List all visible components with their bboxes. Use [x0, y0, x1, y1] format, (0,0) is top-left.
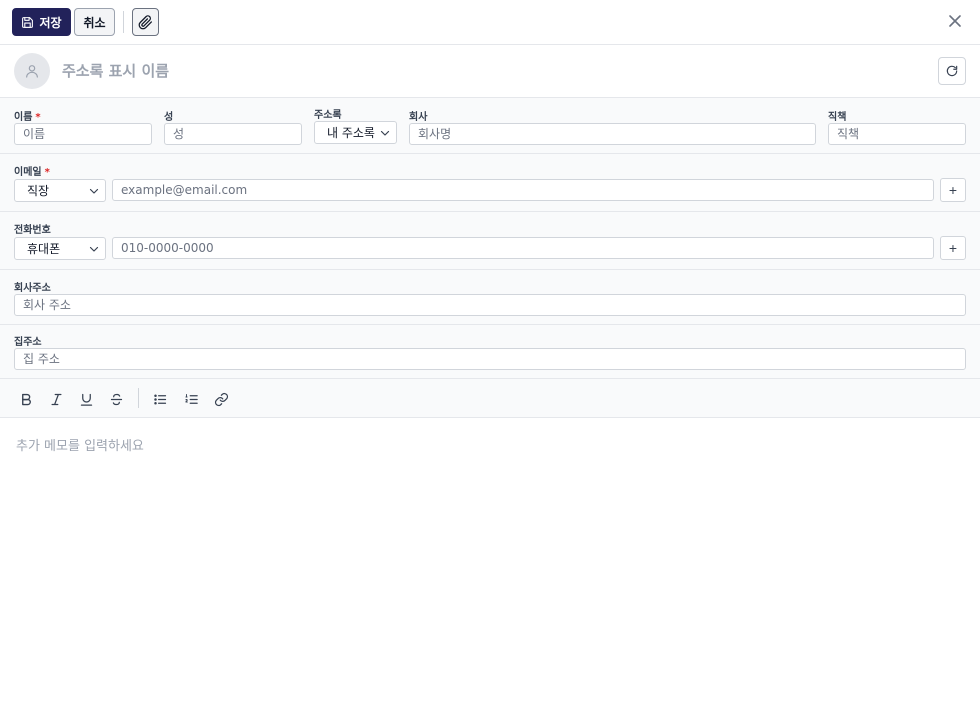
- email-type-select[interactable]: 직장: [14, 179, 106, 202]
- email-section: 이메일* 직장 +: [0, 154, 980, 212]
- cancel-button-label: 취소: [83, 15, 106, 30]
- refresh-icon: [946, 65, 958, 77]
- avatar[interactable]: [14, 53, 50, 89]
- add-phone-button[interactable]: +: [940, 236, 966, 260]
- company-label: 회사: [409, 112, 428, 123]
- close-button[interactable]: [944, 10, 966, 32]
- underline-icon: [80, 393, 92, 406]
- phone-section: 전화번호 휴대폰 +: [0, 212, 980, 270]
- email-type-selected: 직장: [27, 184, 50, 198]
- paperclip-icon: [138, 14, 152, 29]
- phone-type-select[interactable]: 휴대폰: [14, 237, 106, 260]
- work-address-input[interactable]: [14, 294, 966, 316]
- italic-icon: [51, 393, 61, 405]
- last-name-input[interactable]: [164, 123, 302, 145]
- last-name-label: 성: [164, 112, 174, 123]
- basic-info-section: 이름* 성 주소록 내 주소록 회사 직책: [0, 98, 980, 154]
- required-mark: *: [35, 112, 41, 123]
- work-address-label: 회사주소: [14, 283, 51, 294]
- save-icon: [22, 16, 34, 28]
- memo-textarea[interactable]: [0, 418, 980, 720]
- address-book-label: 주소록: [314, 110, 342, 121]
- link-button[interactable]: [210, 388, 232, 410]
- bullet-list-button[interactable]: [149, 388, 171, 410]
- chevron-down-icon: [89, 246, 99, 252]
- display-name-row: [0, 45, 980, 98]
- display-name-input[interactable]: [62, 59, 922, 83]
- close-icon: [949, 15, 961, 27]
- link-icon: [214, 392, 228, 406]
- bold-icon: [21, 393, 31, 405]
- phone-type-selected: 휴대폰: [27, 242, 61, 256]
- email-label: 이메일 *: [14, 167, 50, 178]
- bold-button[interactable]: [15, 388, 37, 410]
- job-title-label: 직책: [828, 112, 847, 123]
- save-button-label: 저장: [39, 15, 62, 30]
- save-button[interactable]: 저장: [12, 8, 71, 36]
- attach-button[interactable]: [132, 8, 159, 36]
- chevron-down-icon: [89, 188, 99, 194]
- first-name-label: 이름 *: [14, 112, 41, 123]
- phone-input[interactable]: [112, 237, 934, 259]
- company-input[interactable]: [409, 123, 816, 145]
- strikethrough-button[interactable]: [105, 388, 127, 410]
- strikethrough-icon: [110, 393, 122, 405]
- numbered-list-icon: [184, 393, 198, 404]
- underline-button[interactable]: [75, 388, 97, 410]
- bullet-list-icon: [153, 394, 166, 404]
- required-mark: *: [44, 167, 50, 178]
- editor-toolbar: [0, 379, 980, 418]
- chevron-down-icon: [380, 130, 390, 136]
- editor-toolbar-divider: [138, 388, 139, 408]
- italic-button[interactable]: [45, 388, 67, 410]
- user-icon: [26, 65, 38, 78]
- home-address-section: 집주소: [0, 325, 980, 379]
- toolbar-divider: [123, 11, 124, 33]
- home-address-label: 집주소: [14, 337, 42, 348]
- refresh-button[interactable]: [938, 57, 966, 85]
- address-book-select[interactable]: 내 주소록: [314, 121, 397, 144]
- home-address-input[interactable]: [14, 348, 966, 370]
- first-name-input[interactable]: [14, 123, 152, 145]
- email-input[interactable]: [112, 179, 934, 201]
- address-book-selected: 내 주소록: [327, 126, 375, 140]
- phone-label: 전화번호: [14, 225, 51, 236]
- numbered-list-button[interactable]: [180, 388, 202, 410]
- work-address-section: 회사주소: [0, 270, 980, 325]
- job-title-input[interactable]: [828, 123, 966, 145]
- cancel-button[interactable]: 취소: [74, 8, 115, 36]
- add-email-button[interactable]: +: [940, 178, 966, 202]
- top-toolbar: 저장 취소: [0, 0, 980, 45]
